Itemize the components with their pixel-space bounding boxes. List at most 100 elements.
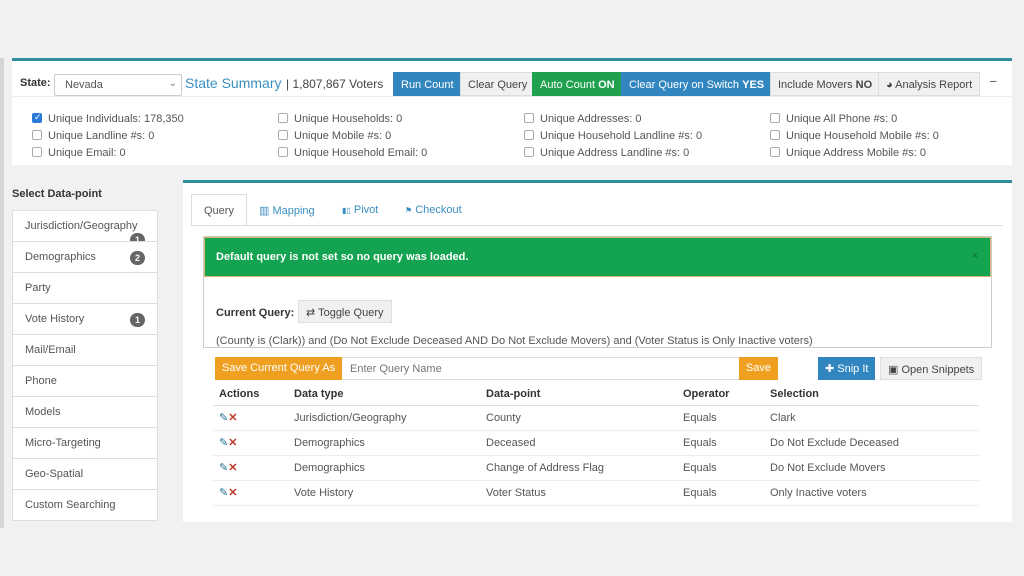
analysis-report-button[interactable]: ◕ Analysis Report [878,72,981,96]
voter-count: | 1,807,867 Voters [286,77,384,91]
edit-icon[interactable]: ✎ [219,412,228,424]
table-cell: Equals [677,405,764,431]
checkbox[interactable] [770,130,780,140]
col-actions: Actions [213,383,288,406]
run-count-button[interactable]: Run Count [393,72,462,96]
count-badge: 1 [130,313,145,327]
save-button[interactable]: Save [738,357,778,380]
delete-icon[interactable]: ✕ [228,437,237,449]
state-select[interactable]: Nevada ⌄ [54,74,182,96]
sidebar-item-label: Custom Searching [25,499,116,511]
sidebar-item[interactable]: Demographics 2 [12,241,158,273]
sidebar-item-label: Mail/Email [25,344,76,356]
sidebar-item[interactable]: Phone [12,365,158,397]
edit-icon[interactable]: ✎ [219,462,228,474]
snip-it-button[interactable]: ✚ Snip It [818,357,876,380]
inbox-icon: ▣ [888,364,899,376]
tab-mapping[interactable]: ▥ Mapping [247,194,327,226]
sidebar-item[interactable]: Mail/Email [12,334,158,366]
sidebar-item[interactable]: Party [12,272,158,304]
count-checkbox[interactable]: Unique Individuals: 178,350 [32,112,184,125]
row-actions: ✎✕ [213,455,288,481]
auto-count-toggle[interactable]: Auto Count ON [532,72,623,96]
checkbox[interactable] [32,130,42,140]
delete-icon[interactable]: ✕ [228,462,237,474]
save-as-label: Save Current Query As [215,357,343,380]
flag-icon: ⚑ [405,206,413,215]
sidebar-item[interactable]: Jurisdiction/Geography 1 [12,210,158,247]
checkbox[interactable] [524,147,534,157]
checkbox[interactable] [770,113,780,123]
collapse-icon[interactable]: − [989,73,997,89]
sidebar-item[interactable]: Custom Searching [12,489,158,521]
checkbox[interactable] [32,147,42,157]
table-cell: Jurisdiction/Geography [288,405,480,431]
count-checkbox[interactable]: Unique Households: 0 [278,113,402,125]
clear-on-switch-toggle[interactable]: Clear Query on Switch YES [621,72,773,96]
sidebar: Jurisdiction/Geography 1 Demographics 2 Part… [12,210,158,521]
open-snippets-button[interactable]: ▣ Open Snippets [880,357,983,380]
count-checkbox[interactable]: Unique Address Landline #s: 0 [524,147,689,159]
count-checkbox[interactable]: Unique Household Landline #s: 0 [524,130,702,142]
count-checkbox[interactable]: Unique Addresses: 0 [524,113,642,125]
close-icon[interactable]: × [972,250,978,262]
col-data-point: Data-point [480,383,677,406]
table-row: ✎✕ Demographics Change of Address Flag Equa… [213,455,979,481]
sidebar-item[interactable]: Vote History 1 [12,303,158,335]
table-cell: Vote History [288,480,480,506]
count-checkbox[interactable]: Unique Household Mobile #s: 0 [770,130,939,142]
delete-icon[interactable]: ✕ [228,487,237,499]
checkbox[interactable] [770,147,780,157]
checkbox-label: Unique Mobile #s: 0 [294,130,392,142]
table-cell: Change of Address Flag [480,455,677,481]
table-row: ✎✕ Jurisdiction/Geography County Equals Clar… [213,405,979,431]
delete-icon[interactable]: ✕ [228,412,237,424]
edit-icon[interactable]: ✎ [219,437,228,449]
table-cell: Clark [764,405,979,431]
tab-pivot[interactable]: ▮▯ Pivot [330,194,390,226]
row-actions: ✎✕ [213,480,288,506]
edit-icon[interactable]: ✎ [219,487,228,499]
count-checkbox[interactable]: Unique Landline #s: 0 [32,130,154,142]
count-checkbox[interactable]: Unique Mobile #s: 0 [278,130,391,142]
count-checkbox[interactable]: Unique Email: 0 [32,147,126,159]
checkbox[interactable] [524,113,534,123]
query-table: Actions Data type Data-point Operator Se… [213,383,979,506]
tab-checkout[interactable]: ⚑ Checkout [393,194,474,226]
include-movers-toggle[interactable]: Include Movers NO [770,72,881,96]
tab-query[interactable]: Query [191,194,247,226]
sidebar-item[interactable]: Models [12,396,158,428]
table-row: ✎✕ Vote History Voter Status Equals Only Ina… [213,480,979,506]
checkbox-label: Unique Household Mobile #s: 0 [786,130,939,142]
checkbox-label: Unique Landline #s: 0 [48,130,155,142]
query-name-input[interactable] [344,358,739,379]
checkbox[interactable] [32,112,42,123]
save-query-bar: Save Current Query As Save [215,357,778,380]
checkbox[interactable] [524,130,534,140]
count-checkbox[interactable]: Unique Address Mobile #s: 0 [770,147,926,159]
table-cell: Do Not Exclude Movers [764,455,979,481]
table-cell: Demographics [288,430,480,456]
checkbox[interactable] [278,113,288,123]
count-checkbox[interactable]: Unique Household Email: 0 [278,147,427,159]
count-checkbox[interactable]: Unique All Phone #s: 0 [770,113,897,125]
sidebar-item-label: Micro-Targeting [25,437,101,449]
clear-query-button[interactable]: Clear Query [460,72,536,96]
state-label: State: [20,77,51,89]
checkbox-label: Unique Email: 0 [48,147,126,159]
plus-icon: ✚ [825,363,835,375]
state-summary-link[interactable]: State Summary [185,75,281,91]
current-query-label: Current Query: [216,307,295,319]
checkbox-label: Unique Individuals: 178,350 [48,113,184,125]
sidebar-item-label: Phone [25,375,57,387]
sidebar-item-label: Demographics [25,251,96,263]
checkbox[interactable] [278,147,288,157]
row-actions: ✎✕ [213,405,288,431]
col-operator: Operator [677,383,764,406]
checkbox[interactable] [278,130,288,140]
sidebar-item[interactable]: Micro-Targeting [12,427,158,459]
toggle-query-button[interactable]: ⇄ Toggle Query [298,300,392,323]
top-panel: State: Nevada ⌄ State Summary | 1,807,867… [12,58,1012,165]
sidebar-item[interactable]: Geo-Spatial [12,458,158,490]
map-icon: ▥ [259,205,270,217]
